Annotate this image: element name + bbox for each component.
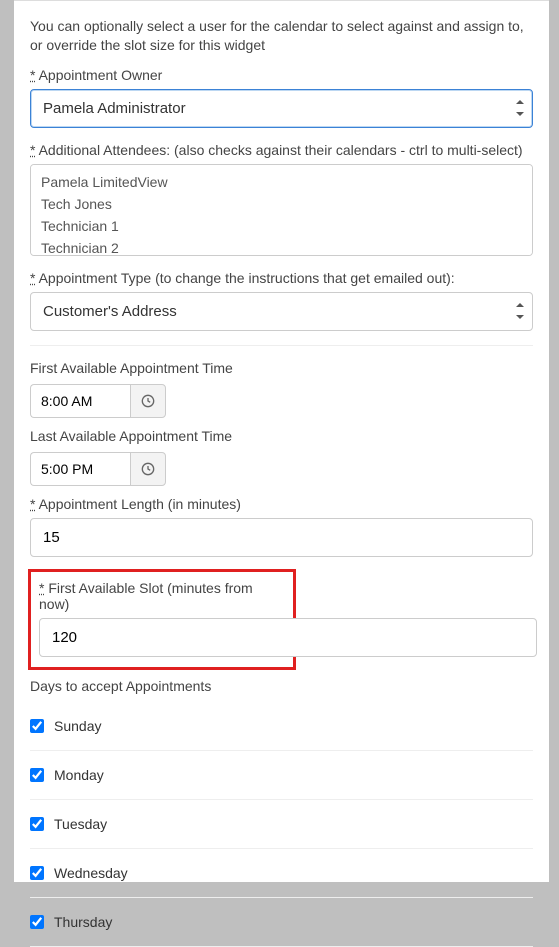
- attendee-option[interactable]: Technician 2: [41, 237, 522, 255]
- attendee-option[interactable]: Technician 1: [41, 215, 522, 237]
- day-row: Monday: [30, 751, 533, 800]
- first-time-label: First Available Appointment Time: [30, 360, 533, 376]
- day-name: Tuesday: [54, 816, 107, 832]
- first-slot-highlight: * First Available Slot (minutes from now…: [28, 569, 296, 670]
- day-checkbox-thursday[interactable]: [30, 915, 44, 929]
- day-name: Thursday: [54, 914, 112, 930]
- clock-icon: [141, 394, 155, 408]
- appt-type-label: * Appointment Type (to change the instru…: [30, 270, 533, 286]
- last-time-picker-button[interactable]: [130, 452, 166, 486]
- day-checkbox-wednesday[interactable]: [30, 866, 44, 880]
- owner-select-wrap[interactable]: Pamela Administrator: [30, 89, 533, 128]
- day-name: Sunday: [54, 718, 101, 734]
- divider: [30, 345, 533, 346]
- settings-panel: You can optionally select a user for the…: [14, 0, 549, 882]
- day-checkbox-tuesday[interactable]: [30, 817, 44, 831]
- attendee-option[interactable]: Pamela LimitedView: [41, 171, 522, 193]
- day-checkbox-sunday[interactable]: [30, 719, 44, 733]
- day-checkbox-monday[interactable]: [30, 768, 44, 782]
- intro-text: You can optionally select a user for the…: [30, 17, 533, 55]
- day-row: Tuesday: [30, 800, 533, 849]
- length-label: * Appointment Length (in minutes): [30, 496, 533, 512]
- attendees-multiselect[interactable]: Pamela LimitedView Tech Jones Technician…: [30, 164, 533, 256]
- day-name: Monday: [54, 767, 104, 783]
- day-row: Wednesday: [30, 849, 533, 898]
- day-row: Thursday: [30, 898, 533, 947]
- owner-select[interactable]: Pamela Administrator: [30, 89, 533, 128]
- last-time-input[interactable]: [30, 452, 130, 486]
- first-slot-input[interactable]: [39, 618, 537, 657]
- first-slot-label: * First Available Slot (minutes from now…: [39, 580, 285, 612]
- length-input[interactable]: [30, 518, 533, 557]
- attendees-label: * Additional Attendees: (also checks aga…: [30, 142, 533, 158]
- first-time-input[interactable]: [30, 384, 130, 418]
- days-label: Days to accept Appointments: [30, 678, 533, 694]
- appt-type-select[interactable]: Customer's Address: [30, 292, 533, 331]
- day-name: Wednesday: [54, 865, 128, 881]
- clock-icon: [141, 462, 155, 476]
- first-time-picker-button[interactable]: [130, 384, 166, 418]
- attendee-option[interactable]: Tech Jones: [41, 193, 522, 215]
- appt-type-select-wrap[interactable]: Customer's Address: [30, 292, 533, 331]
- day-row: Sunday: [30, 702, 533, 751]
- owner-label: * Appointment Owner: [30, 67, 533, 83]
- last-time-label: Last Available Appointment Time: [30, 428, 533, 444]
